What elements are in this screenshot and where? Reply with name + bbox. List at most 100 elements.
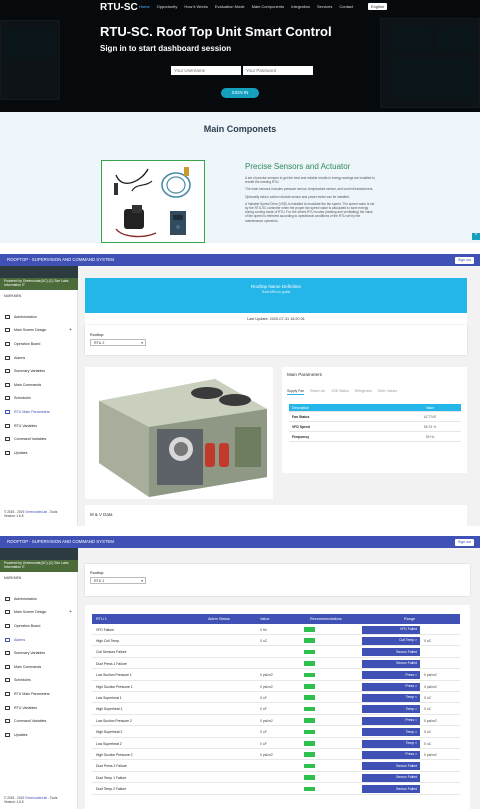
sidebar-item-label: RTU Variables — [14, 705, 38, 710]
sidebar: Powered by Greenovate(UC) (C) Sim Labs I… — [0, 266, 78, 526]
monitor-icon — [5, 596, 10, 601]
signin-button[interactable]: SIGN IN — [221, 88, 259, 98]
nav-link-opportunity[interactable]: Opportunity — [157, 4, 178, 9]
sidebar-item-operation-board[interactable]: Operation Board — [0, 337, 78, 351]
command-icon — [5, 719, 10, 724]
sidebar-item-label: Main Commands — [14, 382, 42, 387]
signout-button[interactable]: Sign out — [454, 538, 474, 546]
col-rtu: RTU 1 — [96, 617, 107, 621]
language-button[interactable]: English — [368, 3, 388, 10]
status-badge — [304, 729, 315, 735]
sidebar-item-administration[interactable]: Administration — [0, 592, 78, 606]
range-label: Press > — [405, 684, 417, 688]
range-badge: Sensor Failed — [362, 773, 420, 782]
footer-company-link[interactable]: GreenovateLab — [25, 510, 47, 514]
sidebar-item-label: RTU Variables — [14, 423, 38, 428]
sidebar-item-label: Administration — [14, 596, 37, 601]
username-input[interactable] — [171, 66, 241, 75]
col-description: Description — [292, 405, 309, 410]
sensors-description: A set of precise sensors to get the best… — [245, 176, 375, 226]
nav-link-how-it-works[interactable]: How it Works — [184, 4, 207, 9]
chevron-down-icon: ▾ — [141, 579, 143, 583]
tab-vsd-status[interactable]: VSD Status — [331, 389, 349, 395]
banner-title: Rooftop Name Definition — [250, 284, 302, 289]
sidebar-item-main-screen-design[interactable]: Main Screen Design + — [0, 324, 78, 338]
sidebar-item-command-variables[interactable]: Command Variables — [0, 714, 78, 728]
tab-return-air[interactable]: Return Air — [310, 389, 325, 395]
nav-link-main-components[interactable]: Main Components — [252, 4, 284, 9]
mv-title: M & V Data — [90, 512, 113, 517]
sensors-paragraph: A Variable Speed Drive (VSD) is installe… — [245, 201, 375, 223]
alarm-value: 0 Hz — [260, 627, 267, 632]
sidebar-item-rtu-variables[interactable]: RTU Variables — [0, 701, 78, 715]
password-input[interactable] — [243, 66, 313, 75]
sidebar-item-main-screen-design[interactable]: Main Screen Design + — [0, 606, 78, 620]
range-value: 0 oC — [424, 741, 432, 746]
nav-link-evaluation-mode[interactable]: Evaluation Mode — [215, 4, 245, 9]
sidebar-item-summary-variables[interactable]: Summary Variables — [0, 646, 78, 660]
brand-logo[interactable]: RTU-SC — [100, 2, 138, 13]
table-row: Duct Press 1 Failure Sensor Failed — [92, 658, 460, 670]
sidebar-item-label: Main Screen Design — [14, 610, 47, 615]
rooftop-selector-card: Rooftop: RTU 1 ▾ — [85, 564, 470, 596]
sidebar-item-alarms[interactable]: Alarms — [0, 351, 78, 365]
status-badge — [304, 718, 315, 723]
signout-button[interactable]: Sign out — [454, 256, 474, 264]
param-value: 58.33 % — [423, 424, 437, 429]
gear-icon — [5, 610, 10, 615]
rooftop-label: Rooftop: — [90, 571, 105, 575]
rooftop-selector-card: Rooftop: RTU 2 ▾ — [85, 325, 467, 355]
sidebar-item-rtu-main-parameters[interactable]: RTU Main Parameters — [0, 687, 78, 701]
chevron-up-icon: ^ — [474, 233, 478, 239]
tab-other-values[interactable]: Other Values — [378, 389, 398, 395]
alarm-name: Low Suction Pressure 1 — [96, 673, 132, 678]
nav-link-contact[interactable]: Contact — [339, 4, 353, 9]
sidebar-item-operation-board[interactable]: Operation Board — [0, 619, 78, 633]
alarm-value: 0 psi/m2 — [260, 718, 273, 723]
sidebar-item-command-variables[interactable]: Command Variables — [0, 432, 78, 446]
calendar-icon — [5, 678, 10, 683]
alarm-name: Low Superheat 1 — [96, 695, 122, 700]
footer-company-link[interactable]: GreenovateLab — [25, 796, 47, 800]
status-badge — [304, 786, 315, 792]
sidebar-item-main-commands[interactable]: Main Commands — [0, 660, 78, 674]
nav-link-integration[interactable]: Integration — [291, 4, 310, 9]
table-row: High Suction Pressure 1 0 psi/m2 Press > 0 … — [92, 681, 460, 692]
scroll-top-button[interactable]: ^ — [472, 233, 480, 240]
table-row: High Superheat 2 0 oF Temp > 0 oC — [92, 727, 460, 738]
rooftop-select-value: RTU 1 — [94, 579, 105, 583]
sidebar-item-alarms[interactable]: Alarms — [0, 633, 78, 647]
rooftop-select[interactable]: RTU 2 ▾ — [90, 339, 146, 346]
sidebar-item-rtu-variables[interactable]: RTU Variables — [0, 419, 78, 433]
nav-link-services[interactable]: Services — [317, 4, 332, 9]
param-name: Frequency — [292, 434, 310, 439]
range-value: 0 psi/m2 — [424, 673, 437, 678]
sidebar-item-administration[interactable]: Administration — [0, 310, 78, 324]
sidebar-item-updates[interactable]: Updates — [0, 728, 78, 742]
rooftop-select[interactable]: RTU 1 ▾ — [90, 577, 146, 584]
table-row: High Suction Pressure 2 0 psi/m2 Press > 0 … — [92, 749, 460, 761]
tab-refrigerant[interactable]: Refrigerant — [355, 389, 372, 395]
sidebar-item-summary-variables[interactable]: Summary Variables — [0, 364, 78, 378]
sidebar-item-label: Alarms — [14, 637, 26, 642]
tab-supply-fan[interactable]: Supply Fan — [287, 389, 305, 395]
range-label: Press < — [405, 672, 417, 677]
status-badge — [304, 638, 315, 643]
col-value: Value — [425, 405, 435, 410]
alarm-name: Duct Temp 1 Failure — [96, 775, 127, 780]
alarm-table-header: RTU 1 Alarm Status Value Recommendations… — [92, 614, 460, 624]
settings-icon — [5, 705, 10, 710]
sidebar-item-schedules[interactable]: Schedules — [0, 392, 78, 406]
sidebar-item-main-commands[interactable]: Main Commands — [0, 378, 78, 392]
table-row: High Coil Temp. 0 oC Coil Temp > 0 oC — [92, 635, 460, 647]
sidebar-item-rtu-main-parameters[interactable]: RTU Main Parameters — [0, 405, 78, 419]
table-row: Duct Temp 2 Failure Sensor Failed — [92, 784, 460, 795]
sidebar-item-updates[interactable]: Updates — [0, 446, 78, 460]
logo-text: Powered by Greenovate(UC) (C) Sim Labs I… — [4, 279, 69, 287]
monitor-icon — [5, 691, 10, 696]
range-badge: Temp > — [362, 728, 420, 737]
sidebar-item-schedules[interactable]: Schedules — [0, 674, 78, 688]
rooftop-banner: Rooftop Name Definition Hold ARA no guid… — [85, 278, 467, 313]
nav-link-home[interactable]: Home — [139, 4, 150, 9]
col-range: Range — [404, 617, 416, 621]
